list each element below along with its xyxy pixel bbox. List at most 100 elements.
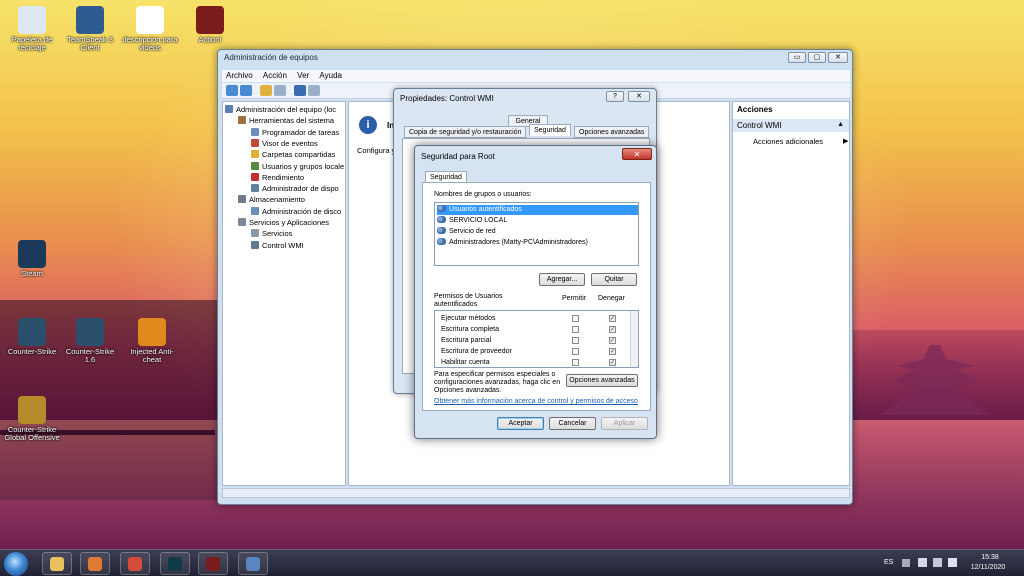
close-button[interactable]: ✕	[828, 52, 848, 63]
show-action-pane-icon[interactable]	[308, 85, 320, 96]
tree-node-icon	[251, 184, 259, 193]
tree-node-icon	[251, 161, 259, 170]
remove-button[interactable]: Quitar	[591, 273, 637, 286]
collapse-arrow-icon[interactable]: ▲	[837, 121, 844, 128]
desktop-shortcut[interactable]: Counter-Strike	[2, 318, 62, 356]
desktop-shortcut[interactable]: Injected Anti-cheat	[122, 318, 182, 364]
tab-security[interactable]: Seguridad	[529, 124, 571, 136]
tree-node-icon	[238, 218, 246, 226]
taskbar-app-button[interactable]	[238, 552, 268, 575]
tree-item[interactable]: Usuarios y grupos locale	[251, 161, 344, 172]
taskbar-app-button[interactable]	[120, 552, 150, 575]
permission-row: Escritura parcial ✓	[441, 335, 631, 346]
start-button[interactable]	[4, 552, 28, 576]
allow-checkbox[interactable]	[572, 348, 579, 355]
tree-item[interactable]: Herramientas del sistema	[238, 115, 334, 126]
desktop-shortcut[interactable]: Counter-Strike 1.6	[60, 318, 120, 364]
user-list-item-label: Servicio de red	[449, 228, 496, 235]
back-arrow-icon[interactable]	[226, 85, 238, 96]
menu-archivo[interactable]: Archivo	[226, 71, 253, 80]
tree-item[interactable]: Servicios	[251, 228, 292, 239]
tree-item-label: Control WMI	[262, 240, 304, 250]
permission-name: Escritura de proveedor	[441, 348, 512, 355]
clock-date[interactable]: 12/11/2020	[966, 564, 1010, 571]
deny-checkbox[interactable]: ✓	[609, 337, 616, 344]
taskbar-app-button[interactable]	[80, 552, 110, 575]
user-list-item[interactable]: Administradores (Matty-PC\Administradore…	[437, 238, 638, 248]
tab-backup-restore[interactable]: Copia de seguridad y/o restauración	[404, 126, 527, 138]
tree-item-label: Carpetas compartidas	[262, 150, 336, 160]
security-close-button[interactable]: ✕	[622, 148, 652, 160]
tree-item[interactable]: Programador de tareas	[251, 127, 339, 138]
network-icon[interactable]	[933, 558, 942, 567]
tree-item[interactable]: Administración de disco	[251, 206, 341, 217]
deny-checkbox[interactable]: ✓	[609, 326, 616, 333]
desktop-shortcut-label: descripcion para videos	[122, 35, 178, 52]
desktop-shortcut[interactable]: descripcion para videos	[120, 6, 180, 52]
desktop-shortcut[interactable]: TeamSpeak 3 Client	[60, 6, 120, 52]
user-list-item[interactable]: SERVICIO LOCAL	[437, 216, 638, 226]
flag-icon[interactable]	[918, 558, 927, 567]
tree-item[interactable]: Carpetas compartidas	[251, 149, 335, 160]
up-folder-icon[interactable]	[260, 85, 272, 96]
tree-item[interactable]: Servicios y Aplicaciones	[238, 217, 329, 228]
allow-checkbox[interactable]	[572, 315, 579, 322]
deny-column-label: Denegar	[598, 295, 625, 302]
user-list-item[interactable]: Servicio de red	[437, 227, 638, 237]
user-list-item[interactable]: Usuarios autentificados	[437, 205, 638, 215]
tab-advanced[interactable]: Opciones avanzadas	[574, 126, 650, 138]
tree-item[interactable]: Rendimiento	[251, 172, 304, 183]
help-icon[interactable]	[294, 85, 306, 96]
permission-name: Escritura completa	[441, 326, 499, 333]
allow-checkbox[interactable]	[572, 337, 579, 344]
advanced-options-button[interactable]: Opciones avanzadas	[566, 374, 638, 387]
deny-checkbox[interactable]: ✓	[609, 348, 616, 355]
menu-ver[interactable]: Ver	[297, 71, 309, 80]
forward-arrow-icon[interactable]	[240, 85, 252, 96]
show-hide-tree-icon[interactable]	[274, 85, 286, 96]
maximize-button[interactable]: ▢	[808, 52, 826, 63]
help-button[interactable]: ?	[606, 91, 624, 102]
permission-name: Escritura parcial	[441, 337, 492, 344]
minimize-button[interactable]: ▭	[788, 52, 806, 63]
counter-strike-icon	[76, 318, 104, 346]
language-indicator[interactable]: ES	[884, 559, 893, 566]
properties-close-button[interactable]: ✕	[628, 91, 650, 102]
volume-icon[interactable]	[948, 558, 957, 567]
allow-checkbox[interactable]	[572, 326, 579, 333]
tree-item-label: Almacenamiento	[249, 195, 305, 205]
tree-item-label: Herramientas del sistema	[249, 116, 335, 126]
horizontal-scrollbar[interactable]	[222, 488, 850, 498]
deny-checkbox[interactable]: ✓	[609, 359, 616, 366]
deny-checkbox[interactable]: ✓	[609, 315, 616, 322]
more-actions-item[interactable]: Acciones adicionales ▶	[753, 137, 848, 146]
menu-accion[interactable]: Acción	[263, 71, 287, 80]
access-control-help-link[interactable]: Obtener más información acerca de contro…	[434, 398, 638, 405]
menu-ayuda[interactable]: Ayuda	[319, 71, 342, 80]
ok-button[interactable]: Aceptar	[497, 417, 544, 430]
tray-expand-icon[interactable]	[902, 559, 910, 567]
clock-time[interactable]: 15:38	[975, 554, 1005, 561]
tree-item-label: Rendimiento	[262, 172, 305, 182]
tree-item[interactable]: Visor de eventos	[251, 138, 318, 149]
permissions-scrollbar[interactable]	[630, 311, 638, 367]
tree-node-icon	[225, 105, 233, 113]
add-button[interactable]: Agregar...	[539, 273, 585, 286]
apply-button[interactable]: Aplicar	[601, 417, 648, 430]
groups-label: Nombres de grupos o usuarios:	[434, 191, 532, 198]
allow-checkbox[interactable]	[572, 359, 579, 366]
desktop-shortcut[interactable]: Action!	[180, 6, 240, 44]
desktop-shortcut[interactable]: Steam	[2, 240, 62, 278]
cancel-button[interactable]: Cancelar	[549, 417, 596, 430]
tree-item[interactable]: Administración del equipo (loc	[225, 104, 336, 115]
tree-item[interactable]: Almacenamiento	[238, 194, 305, 205]
desktop-shortcut[interactable]: Papelera de reciclaje	[2, 6, 62, 52]
taskbar-app-button[interactable]	[160, 552, 190, 575]
desktop-shortcut-label: Counter-Strike 1.6	[65, 347, 115, 364]
actions-section-control-wmi[interactable]: Control WMI ▲	[733, 119, 849, 132]
taskbar-app-button[interactable]	[42, 552, 72, 575]
taskbar-app-button[interactable]	[198, 552, 228, 575]
tree-item[interactable]: Control WMI	[251, 240, 304, 251]
tree-item[interactable]: Administrador de dispo	[251, 183, 339, 194]
desktop-shortcut[interactable]: Counter-Strike Global Offensive	[2, 396, 62, 442]
